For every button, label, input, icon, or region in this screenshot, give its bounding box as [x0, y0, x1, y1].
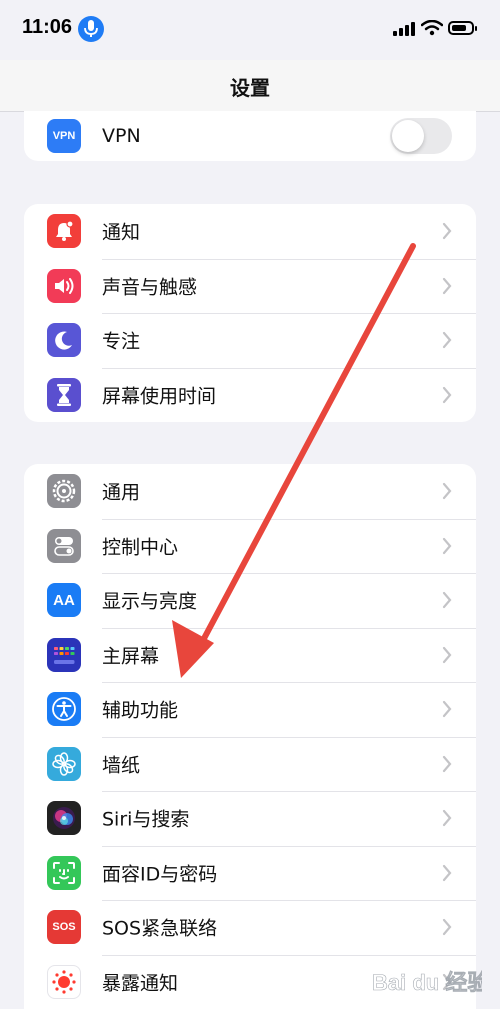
chevron-right-icon — [442, 864, 452, 882]
exposure-icon — [47, 965, 81, 999]
microphone-icon — [78, 16, 104, 42]
settings-row-label: 控制中心 — [102, 532, 178, 559]
page-title: 设置 — [0, 72, 500, 101]
settings-row-label: 面容ID与密码 — [102, 859, 217, 886]
settings-row-face-id[interactable]: 面容ID与密码 — [24, 846, 476, 901]
chevron-right-icon — [442, 809, 452, 827]
settings-row-screen-time[interactable]: 屏幕使用时间 — [24, 368, 476, 423]
wifi-icon — [421, 20, 443, 36]
settings-row-label: Siri与搜索 — [102, 805, 189, 832]
settings-row-notifications[interactable]: 通知 — [24, 204, 476, 259]
chevron-right-icon — [442, 646, 452, 664]
accessibility-icon — [47, 692, 81, 726]
settings-row-label: 专注 — [102, 327, 140, 354]
settings-row-label: 通知 — [102, 218, 140, 245]
signal-icon — [393, 22, 415, 36]
settings-row-label: 显示与亮度 — [102, 587, 197, 614]
siri-icon — [47, 801, 81, 835]
chevron-right-icon — [442, 591, 452, 609]
settings-row-label: 声音与触感 — [102, 272, 197, 299]
settings-row-label: 暴露通知 — [102, 968, 178, 995]
chevron-right-icon — [442, 277, 452, 295]
face-id-icon — [47, 856, 81, 890]
bell-icon — [47, 214, 81, 248]
chevron-right-icon — [442, 700, 452, 718]
chevron-right-icon — [442, 331, 452, 349]
vpn-toggle[interactable] — [390, 118, 452, 154]
settings-row-focus[interactable]: 专注 — [24, 313, 476, 368]
toggle-knob — [392, 120, 424, 152]
settings-row-emergency-sos[interactable]: SOS SOS紧急联络 — [24, 900, 476, 955]
settings-group-vpn: VPN VPN — [24, 111, 476, 161]
switches-icon — [47, 529, 81, 563]
settings-row-accessibility[interactable]: 辅助功能 — [24, 682, 476, 737]
navigation-bar: 设置 — [0, 60, 500, 112]
settings-row-home-screen[interactable]: 主屏幕 — [24, 628, 476, 683]
speaker-icon — [47, 269, 81, 303]
settings-row-label: 辅助功能 — [102, 696, 178, 723]
settings-row-label: VPN — [102, 125, 141, 147]
battery-icon — [448, 21, 474, 35]
gear-icon — [47, 474, 81, 508]
settings-row-general[interactable]: 通用 — [24, 464, 476, 519]
settings-row-wallpaper[interactable]: 墙纸 — [24, 737, 476, 792]
settings-row-label: 墙纸 — [102, 750, 140, 777]
watermark-text: Bai du 经验 — [372, 970, 482, 995]
vpn-icon: VPN — [47, 119, 81, 153]
text-size-icon: AA — [47, 583, 81, 617]
settings-row-display[interactable]: AA 显示与亮度 — [24, 573, 476, 628]
hourglass-icon — [47, 378, 81, 412]
settings-row-control-center[interactable]: 控制中心 — [24, 519, 476, 574]
flower-icon — [47, 747, 81, 781]
chevron-right-icon — [442, 482, 452, 500]
settings-row-vpn[interactable]: VPN VPN — [24, 111, 476, 161]
settings-row-siri[interactable]: Siri与搜索 — [24, 791, 476, 846]
home-grid-icon — [47, 638, 81, 672]
settings-row-label: SOS紧急联络 — [102, 914, 217, 941]
settings-row-label: 主屏幕 — [102, 641, 159, 668]
chevron-right-icon — [442, 918, 452, 936]
moon-icon — [47, 323, 81, 357]
chevron-right-icon — [442, 222, 452, 240]
chevron-right-icon — [442, 537, 452, 555]
settings-row-sounds[interactable]: 声音与触感 — [24, 259, 476, 314]
settings-group-general: 通用 控制中心 AA 显示与亮度 — [24, 464, 476, 1009]
sos-icon: SOS — [47, 910, 81, 944]
baidu-watermark: Bai du 经验 — [372, 966, 482, 1000]
status-time: 11:06 — [22, 16, 72, 39]
chevron-right-icon — [442, 386, 452, 404]
status-bar: 11:06 — [0, 0, 500, 60]
settings-group-notifications: 通知 声音与触感 专注 屏幕使用时间 — [24, 204, 476, 422]
chevron-right-icon — [442, 755, 452, 773]
settings-row-label: 屏幕使用时间 — [102, 381, 216, 408]
settings-row-label: 通用 — [102, 478, 140, 505]
